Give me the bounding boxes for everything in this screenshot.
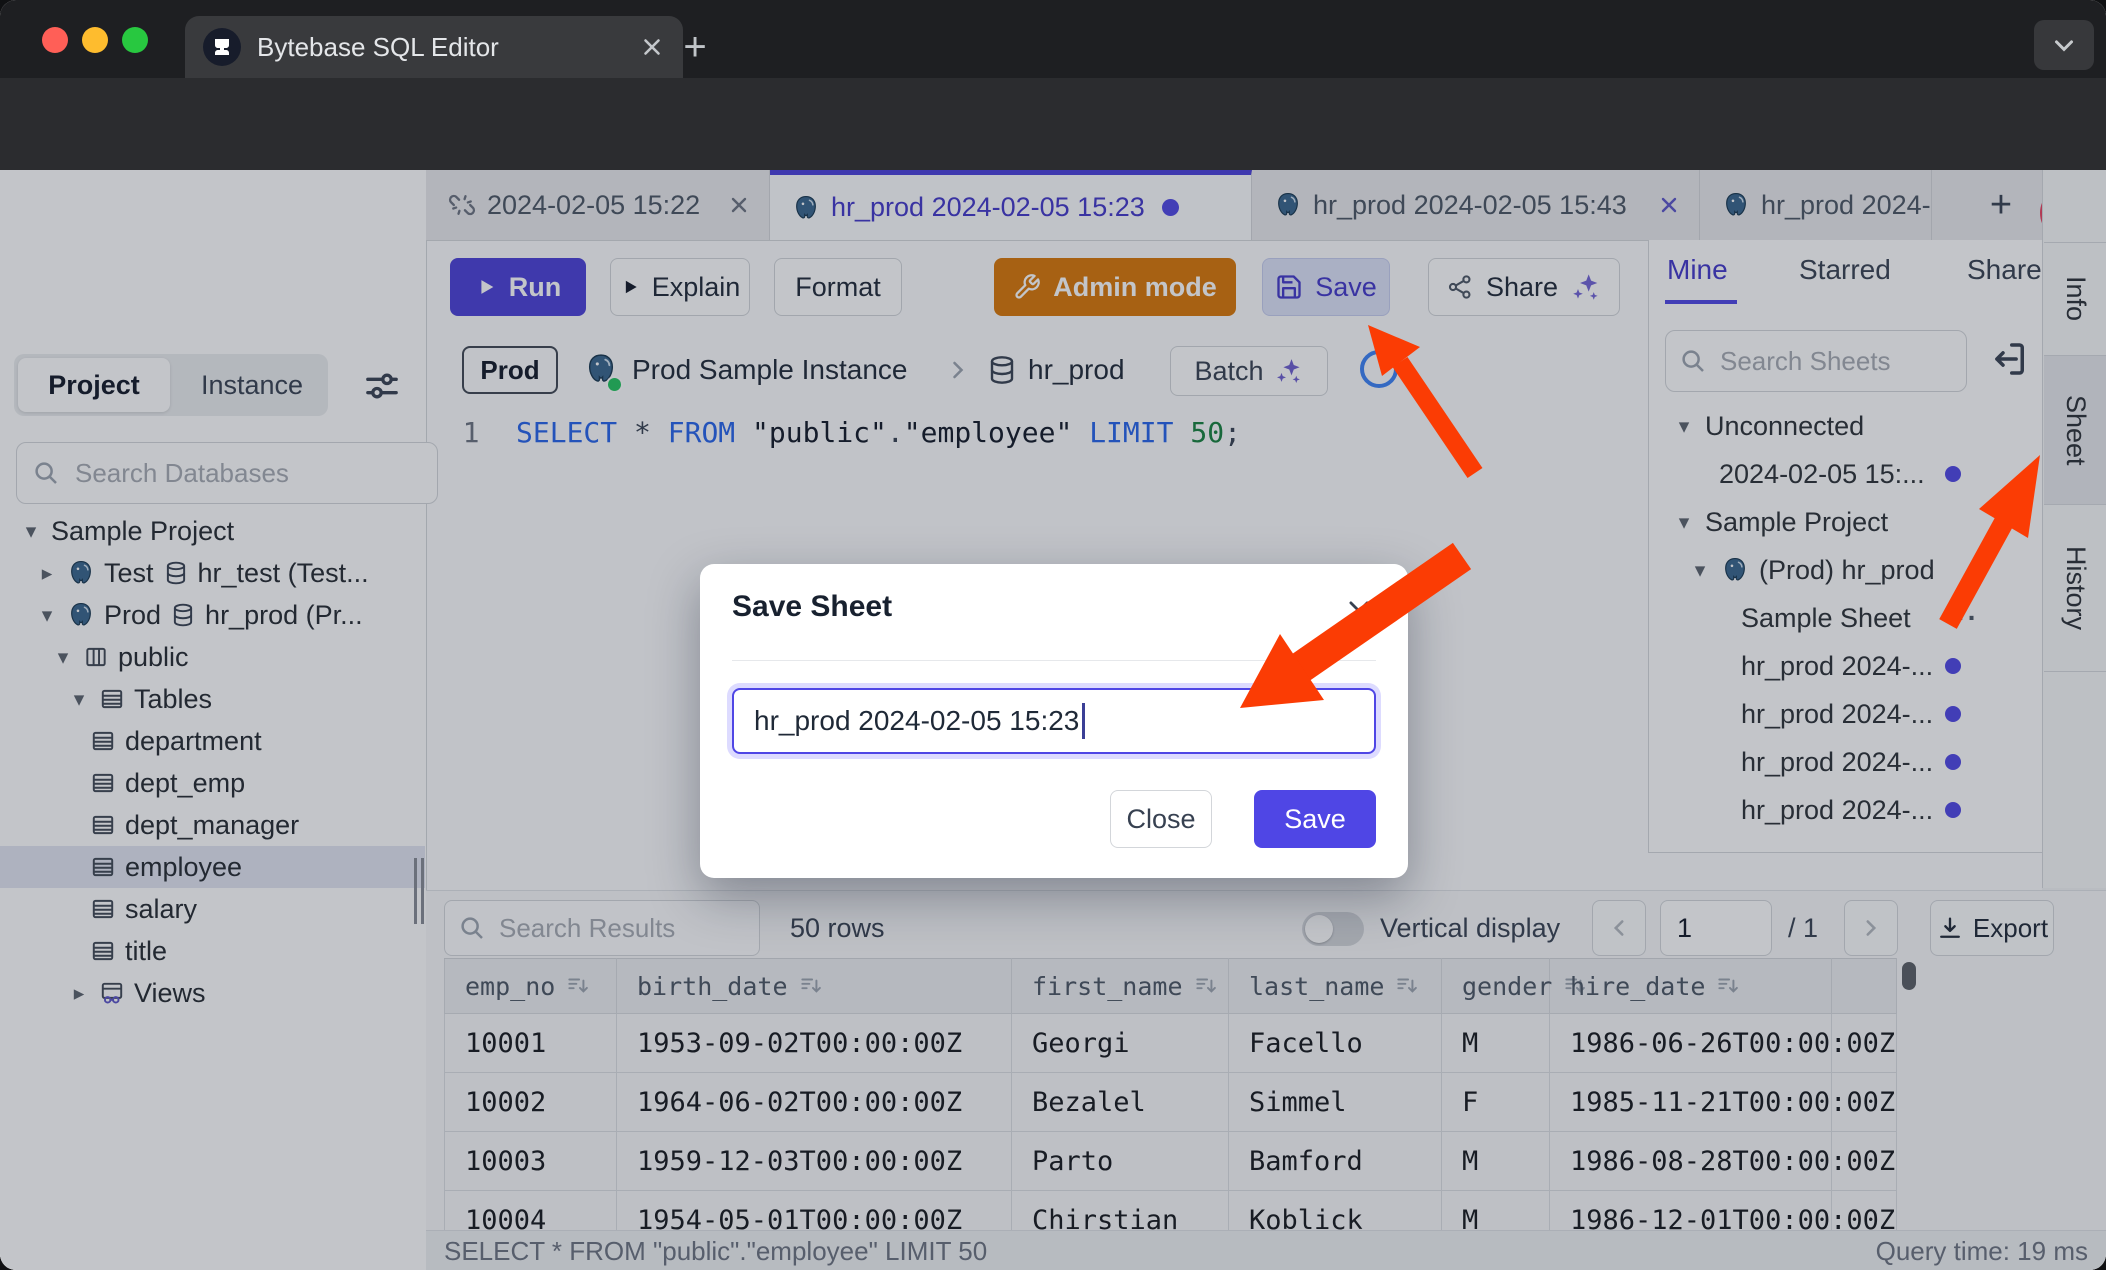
- browser-tabstrip: Bytebase SQL Editor +: [0, 0, 2106, 78]
- dialog-divider: [732, 660, 1376, 661]
- browser-tab-close-icon[interactable]: [639, 34, 665, 60]
- traffic-light-zoom[interactable]: [122, 27, 148, 53]
- dialog-title: Save Sheet: [732, 590, 892, 624]
- save-sheet-dialog: Save Sheet hr_prod 2024-02-05 15:23 Clos…: [700, 564, 1408, 878]
- text-caret: [1082, 703, 1085, 739]
- sheet-name-input[interactable]: hr_prod 2024-02-05 15:23: [732, 688, 1376, 754]
- bytebase-favicon: [203, 28, 241, 66]
- dialog-save-button[interactable]: Save: [1254, 790, 1376, 848]
- browser-toolbar: localhost:8080/sql-editor/prod-sample-in…: [0, 78, 2106, 170]
- sheet-name-value: hr_prod 2024-02-05 15:23: [754, 705, 1079, 737]
- new-browser-tab-button[interactable]: +: [668, 20, 722, 74]
- tab-search-chevron-button[interactable]: [2034, 20, 2094, 70]
- traffic-light-close[interactable]: [42, 27, 68, 53]
- browser-tab-title: Bytebase SQL Editor: [257, 32, 623, 63]
- dialog-close-button[interactable]: Close: [1110, 790, 1212, 848]
- browser-window: Bytebase SQL Editor + localhost:8080/sql…: [0, 0, 2106, 1270]
- browser-tab[interactable]: Bytebase SQL Editor: [185, 16, 683, 78]
- traffic-light-minimize[interactable]: [82, 27, 108, 53]
- dialog-close-icon[interactable]: [1344, 596, 1374, 626]
